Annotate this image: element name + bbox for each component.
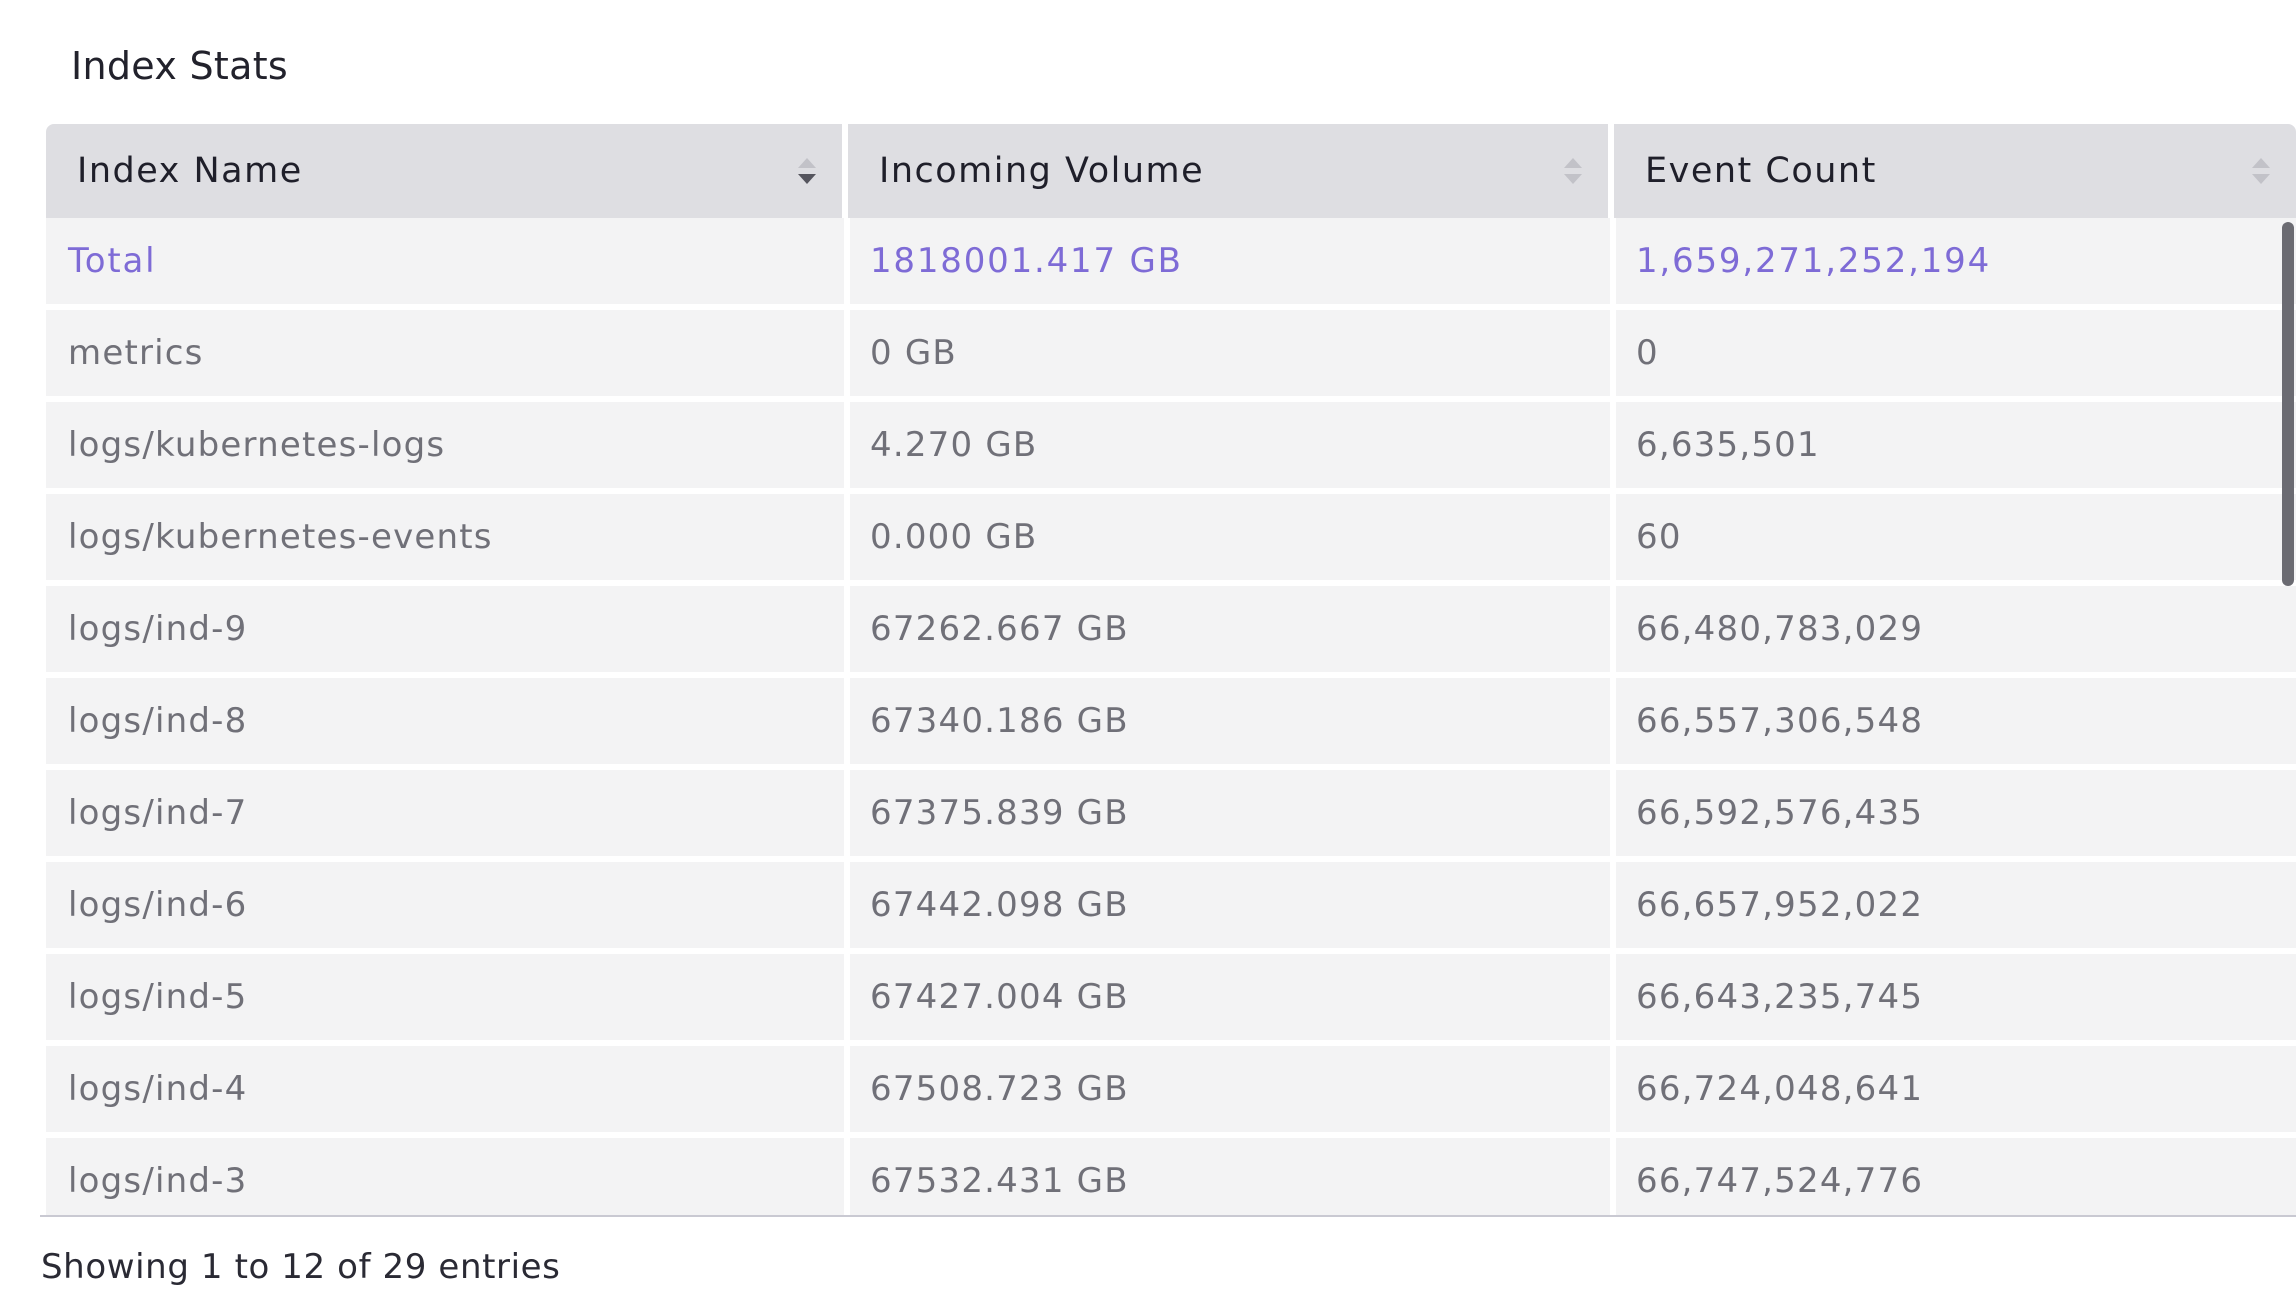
event-count-cell: 66,643,235,745 [1616, 954, 2296, 1040]
index-name-cell: logs/ind-4 [46, 1046, 844, 1132]
table-row[interactable]: logs/kubernetes-logs 4.270 GB 6,635,501 [46, 402, 2296, 488]
sort-descending-icon[interactable] [798, 158, 816, 188]
event-count-cell: 1,659,271,252,194 [1616, 218, 2296, 304]
column-header-label: Incoming Volume [879, 151, 1205, 191]
event-count-cell: 66,657,952,022 [1616, 862, 2296, 948]
index-name-cell: logs/ind-8 [46, 678, 844, 764]
column-header-event-count[interactable]: Event Count [1614, 124, 2296, 218]
index-name-cell: logs/ind-9 [46, 586, 844, 672]
event-count-cell: 60 [1616, 494, 2296, 580]
pagination-info: Showing 1 to 12 of 29 entries [41, 1247, 561, 1287]
sort-icon[interactable] [2252, 158, 2270, 188]
index-name-cell: metrics [46, 310, 844, 396]
index-stats-table: Index Name Incoming Volume Event Count T… [46, 124, 2296, 1216]
index-name-cell: logs/ind-3 [46, 1138, 844, 1216]
incoming-volume-cell: 0 GB [850, 310, 1610, 396]
index-name-cell: logs/ind-5 [46, 954, 844, 1040]
incoming-volume-cell: 0.000 GB [850, 494, 1610, 580]
table-body: Total 1818001.417 GB 1,659,271,252,194 m… [46, 218, 2296, 1216]
table-row-total[interactable]: Total 1818001.417 GB 1,659,271,252,194 [46, 218, 2296, 304]
incoming-volume-cell: 67442.098 GB [850, 862, 1610, 948]
table-row[interactable]: logs/ind-4 67508.723 GB 66,724,048,641 [46, 1046, 2296, 1132]
index-name-cell: logs/kubernetes-events [46, 494, 844, 580]
incoming-volume-cell: 67427.004 GB [850, 954, 1610, 1040]
incoming-volume-cell: 4.270 GB [850, 402, 1610, 488]
index-name-cell: logs/ind-6 [46, 862, 844, 948]
event-count-cell: 66,592,576,435 [1616, 770, 2296, 856]
table-row[interactable]: logs/kubernetes-events 0.000 GB 60 [46, 494, 2296, 580]
event-count-cell: 66,724,048,641 [1616, 1046, 2296, 1132]
event-count-cell: 0 [1616, 310, 2296, 396]
incoming-volume-cell: 67532.431 GB [850, 1138, 1610, 1216]
table-row[interactable]: logs/ind-3 67532.431 GB 66,747,524,776 [46, 1138, 2296, 1216]
table-row[interactable]: logs/ind-8 67340.186 GB 66,557,306,548 [46, 678, 2296, 764]
incoming-volume-cell: 67340.186 GB [850, 678, 1610, 764]
column-header-index-name[interactable]: Index Name [46, 124, 842, 218]
sort-icon[interactable] [1564, 158, 1582, 188]
event-count-cell: 66,480,783,029 [1616, 586, 2296, 672]
table-row[interactable]: logs/ind-6 67442.098 GB 66,657,952,022 [46, 862, 2296, 948]
column-header-label: Event Count [1645, 151, 1877, 191]
column-header-label: Index Name [77, 151, 303, 191]
table-header: Index Name Incoming Volume Event Count [46, 124, 2296, 218]
event-count-cell: 6,635,501 [1616, 402, 2296, 488]
event-count-cell: 66,747,524,776 [1616, 1138, 2296, 1216]
table-row[interactable]: logs/ind-9 67262.667 GB 66,480,783,029 [46, 586, 2296, 672]
incoming-volume-cell: 1818001.417 GB [850, 218, 1610, 304]
incoming-volume-cell: 67375.839 GB [850, 770, 1610, 856]
scrollbar-thumb[interactable] [2282, 222, 2294, 586]
event-count-cell: 66,557,306,548 [1616, 678, 2296, 764]
index-name-cell: logs/kubernetes-logs [46, 402, 844, 488]
page-title: Index Stats [71, 44, 288, 88]
table-row[interactable]: logs/ind-7 67375.839 GB 66,592,576,435 [46, 770, 2296, 856]
column-header-incoming-volume[interactable]: Incoming Volume [848, 124, 1608, 218]
index-name-cell: logs/ind-7 [46, 770, 844, 856]
index-name-cell: Total [46, 218, 844, 304]
incoming-volume-cell: 67508.723 GB [850, 1046, 1610, 1132]
table-row[interactable]: metrics 0 GB 0 [46, 310, 2296, 396]
incoming-volume-cell: 67262.667 GB [850, 586, 1610, 672]
table-scrollbar[interactable] [2278, 218, 2296, 1216]
table-row[interactable]: logs/ind-5 67427.004 GB 66,643,235,745 [46, 954, 2296, 1040]
table-bottom-divider [40, 1215, 2296, 1217]
